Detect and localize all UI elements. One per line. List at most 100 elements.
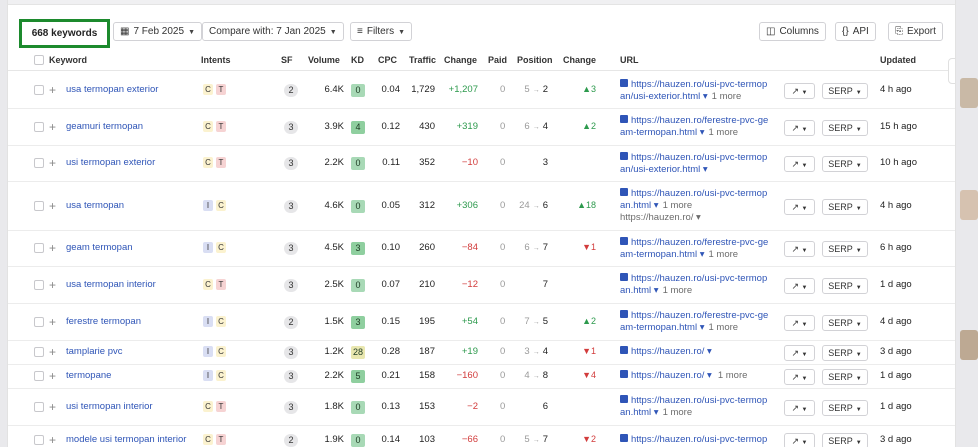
url-text-continued[interactable]: an.html ▾ [620,200,659,211]
serp-features-count[interactable]: 2 [284,434,298,447]
serp-features-count[interactable]: 3 [284,157,298,170]
row-checkbox[interactable] [34,158,44,168]
trend-chart-button[interactable]: ↗ ▼ [784,369,815,385]
ranking-url[interactable]: https://hauzen.ro/usi-pvc-termop [620,434,767,446]
serp-dropdown[interactable]: SERP ▼ [822,345,868,361]
row-checkbox[interactable] [34,243,44,253]
add-icon[interactable]: + [49,370,56,382]
url-text[interactable]: https://hauzen.ro/ferestre-pvc-ge [631,115,768,126]
col-traffic[interactable]: Traffic [409,55,436,65]
row-checkbox[interactable] [34,280,44,290]
ranking-url[interactable]: https://hauzen.ro/ferestre-pvc-ge am-term… [620,115,768,139]
keywords-count-badge[interactable]: 668 keywords [19,19,110,48]
serp-features-count[interactable]: 3 [284,242,298,255]
url-text[interactable]: https://hauzen.ro/ ▾ [631,346,712,357]
serp-dropdown[interactable]: SERP ▼ [822,278,868,294]
ranking-url[interactable]: https://hauzen.ro/ferestre-pvc-ge am-term… [620,310,768,334]
ranking-url[interactable]: https://hauzen.ro/ ▾ [620,346,712,358]
serp-dropdown[interactable]: SERP ▼ [822,241,868,257]
more-urls-link[interactable]: 1 more [712,91,742,102]
select-all-checkbox[interactable] [34,55,44,65]
url-text[interactable]: https://hauzen.ro/ferestre-pvc-ge [631,237,768,248]
trend-chart-button[interactable]: ↗ ▼ [784,156,815,172]
url-text[interactable]: https://hauzen.ro/usi-pvc-termop [631,79,767,90]
col-kd[interactable]: KD [351,55,364,65]
url-text[interactable]: https://hauzen.ro/usi-pvc-termop [631,188,767,199]
keyword-link[interactable]: geam termopan [66,242,133,253]
ranking-url[interactable]: https://hauzen.ro/usi-pvc-termop an/usi-e… [620,152,767,176]
url-text[interactable]: https://hauzen.ro/usi-pvc-termop [631,273,767,284]
url-text[interactable]: https://hauzen.ro/usi-pvc-termop [631,395,767,406]
url-text-continued[interactable]: am-termopan.html ▾ [620,127,705,138]
more-urls-link[interactable]: 1 more [663,285,693,296]
url-text-continued[interactable]: an/usi-exterior.html ▾ [620,91,708,102]
add-icon[interactable]: + [49,316,56,328]
keyword-link[interactable]: tamplarie pvc [66,346,123,357]
add-icon[interactable]: + [49,157,56,169]
serp-features-count[interactable]: 3 [284,370,298,383]
more-urls-link[interactable]: 1 more [663,200,693,211]
ranking-url[interactable]: https://hauzen.ro/usi-pvc-termop an.html … [620,188,767,224]
trend-chart-button[interactable]: ↗ ▼ [784,400,815,416]
serp-dropdown[interactable]: SERP ▼ [822,400,868,416]
serp-dropdown[interactable]: SERP ▼ [822,199,868,215]
col-url[interactable]: URL [620,55,639,65]
add-icon[interactable]: + [49,401,56,413]
add-icon[interactable]: + [49,434,56,446]
keyword-link[interactable]: geamuri termopan [66,121,143,132]
trend-chart-button[interactable]: ↗ ▼ [784,433,815,447]
more-urls-link[interactable]: 1 more [709,249,739,260]
trend-chart-button[interactable]: ↗ ▼ [784,241,815,257]
ranking-url[interactable]: https://hauzen.ro/ ▾ 1 more [620,370,747,382]
col-keyword[interactable]: Keyword [49,55,87,65]
url-text-continued[interactable]: an/usi-exterior.html ▾ [620,164,708,175]
col-sf[interactable]: SF [281,55,293,65]
more-urls-link[interactable]: 1 more [709,322,739,333]
add-icon[interactable]: + [49,200,56,212]
ranking-url[interactable]: https://hauzen.ro/usi-pvc-termop an/usi-e… [620,79,767,103]
col-updated[interactable]: Updated [880,55,916,65]
trend-chart-button[interactable]: ↗ ▼ [784,199,815,215]
serp-features-count[interactable]: 3 [284,279,298,292]
serp-dropdown[interactable]: SERP ▼ [822,83,868,99]
row-checkbox[interactable] [34,347,44,357]
keyword-link[interactable]: usi termopan exterior [66,157,155,168]
trend-chart-button[interactable]: ↗ ▼ [784,120,815,136]
serp-dropdown[interactable]: SERP ▼ [822,315,868,331]
serp-dropdown[interactable]: SERP ▼ [822,369,868,385]
url-text[interactable]: https://hauzen.ro/usi-pvc-termop [631,434,767,445]
col-position[interactable]: Position [517,55,553,65]
keyword-link[interactable]: usa termopan interior [66,279,156,290]
keyword-link[interactable]: termopane [66,370,111,381]
ranking-url[interactable]: https://hauzen.ro/ferestre-pvc-ge am-term… [620,237,768,261]
row-checkbox[interactable] [34,122,44,132]
col-change[interactable]: Change [444,55,477,65]
col-paid[interactable]: Paid [488,55,507,65]
serp-features-count[interactable]: 3 [284,346,298,359]
more-urls-link[interactable]: 1 more [663,407,693,418]
columns-button[interactable]: ◫ Columns [759,22,826,41]
url-text-continued[interactable]: am-termopan.html ▾ [620,249,705,260]
ranking-url[interactable]: https://hauzen.ro/usi-pvc-termop an.html … [620,273,767,297]
keyword-link[interactable]: usa termopan exterior [66,84,158,95]
url-text[interactable]: https://hauzen.ro/ferestre-pvc-ge [631,310,768,321]
row-checkbox[interactable] [34,435,44,445]
side-floating-button[interactable] [948,58,955,84]
add-icon[interactable]: + [49,346,56,358]
add-icon[interactable]: + [49,121,56,133]
more-urls-link[interactable]: 1 more [718,370,748,381]
serp-dropdown[interactable]: SERP ▼ [822,120,868,136]
date-picker[interactable]: ▦ 7 Feb 2025 ▼ [113,22,202,41]
url-text-continued[interactable]: am-termopan.html ▾ [620,322,705,333]
col-volume[interactable]: Volume [308,55,340,65]
trend-chart-button[interactable]: ↗ ▼ [784,278,815,294]
serp-features-count[interactable]: 3 [284,121,298,134]
row-checkbox[interactable] [34,402,44,412]
url-text-continued[interactable]: an.html ▾ [620,285,659,296]
keyword-link[interactable]: modele usi termopan interior [66,434,186,445]
row-checkbox[interactable] [34,201,44,211]
url-text[interactable]: https://hauzen.ro/ ▾ [631,370,712,381]
compare-dropdown[interactable]: Compare with: 7 Jan 2025 ▼ [202,22,344,41]
keyword-link[interactable]: usa termopan [66,200,124,211]
add-icon[interactable]: + [49,279,56,291]
